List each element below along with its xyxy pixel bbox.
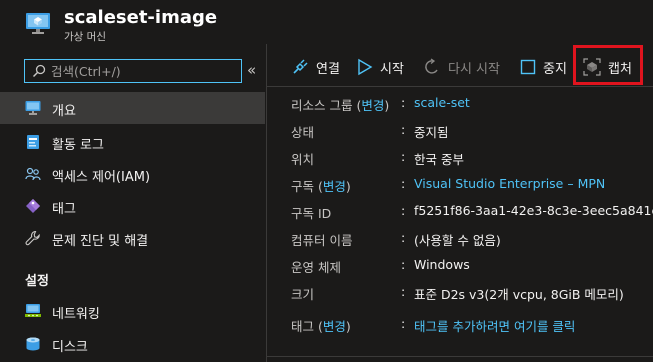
property-label: 구독 ( xyxy=(291,179,323,194)
start-button[interactable]: 시작 xyxy=(357,57,404,77)
section-heading-settings: 설정 xyxy=(25,274,49,289)
sidebar-item-overview[interactable]: 개요 xyxy=(0,92,265,124)
search-input[interactable] xyxy=(51,62,236,80)
play-icon xyxy=(358,58,373,76)
property-label: 태그 ( xyxy=(291,319,323,334)
location-value: 한국 중부 xyxy=(414,152,464,167)
sidebar-item-label: 활동 로그 xyxy=(52,138,104,153)
size-value: 표준 D2s v3(2개 vcpu, 8GiB 메모리) xyxy=(414,287,624,302)
status-value: 중지됨 xyxy=(414,125,449,140)
property-label: 위치 xyxy=(291,152,315,167)
start-button-label: 시작 xyxy=(380,61,404,77)
computer-name-value: (사용할 수 없음) xyxy=(414,233,501,248)
resource-menu-sidebar: « 개요 활동 로그 액세스 제어(IAM) xyxy=(0,44,267,362)
page-title: scaleset-image xyxy=(64,7,218,28)
sidebar-item-disks[interactable]: 디스크 xyxy=(0,328,265,360)
sidebar-item-label: 네트워킹 xyxy=(52,307,100,322)
monitor-icon xyxy=(25,101,41,115)
search-box[interactable] xyxy=(24,59,242,83)
wrench-icon xyxy=(25,230,40,246)
sidebar-item-label: 개요 xyxy=(52,104,76,119)
subscription-id-value: f5251f86-3aa1-42e3-8c3e-3eec5a841efc xyxy=(414,203,653,218)
resource-header: scaleset-image 가상 머신 xyxy=(0,0,653,44)
connect-button-label: 연결 xyxy=(316,61,340,77)
sidebar-item-label: 태그 xyxy=(52,202,76,217)
stop-button[interactable]: 중지 xyxy=(520,57,567,77)
resource-group-link[interactable]: scale-set xyxy=(414,95,470,110)
capture-highlight-box xyxy=(573,45,643,85)
change-resource-group-link[interactable]: 변경 xyxy=(361,98,384,113)
add-tags-link[interactable]: 태그를 추가하려면 여기를 클릭 xyxy=(414,316,575,335)
property-label: 운영 체제 xyxy=(291,260,341,275)
restart-button-label: 다시 시작 xyxy=(448,61,500,77)
activity-log-icon xyxy=(27,135,39,149)
change-tags-link[interactable]: 변경 xyxy=(323,319,346,334)
sidebar-item-networking[interactable]: 네트워킹 xyxy=(0,295,265,327)
subscription-link[interactable]: Visual Studio Enterprise – MPN xyxy=(414,176,605,191)
change-subscription-link[interactable]: 변경 xyxy=(323,179,346,194)
stop-icon xyxy=(520,59,536,75)
property-label: 구독 ID xyxy=(291,206,332,221)
search-icon xyxy=(32,64,46,78)
people-icon xyxy=(25,167,41,181)
disk-icon xyxy=(26,337,40,351)
property-label: 컴퓨터 이름 xyxy=(291,233,353,248)
network-icon xyxy=(25,304,41,317)
property-label: 크기 xyxy=(291,287,315,302)
restart-button[interactable]: 다시 시작 xyxy=(424,57,500,77)
sidebar-item-diagnose[interactable]: 문제 진단 및 해결 xyxy=(0,222,265,254)
resource-type-label: 가상 머신 xyxy=(64,31,106,43)
sidebar-item-access-control[interactable]: 액세스 제어(IAM) xyxy=(0,158,265,190)
sidebar-item-activity-log[interactable]: 활동 로그 xyxy=(0,126,265,158)
sidebar-divider xyxy=(266,44,267,362)
os-value: Windows xyxy=(414,257,470,272)
essentials-divider xyxy=(267,356,653,357)
sidebar-item-label: 디스크 xyxy=(52,340,88,355)
property-label: 리소스 그룹 ( xyxy=(291,98,362,113)
connect-button[interactable]: 연결 xyxy=(291,57,340,77)
restart-icon xyxy=(425,58,438,74)
plug-icon xyxy=(293,59,308,74)
sidebar-item-label: 액세스 제어(IAM) xyxy=(52,170,151,185)
stop-button-label: 중지 xyxy=(543,61,567,77)
tag-icon xyxy=(26,199,40,213)
collapse-sidebar-button[interactable]: « xyxy=(247,61,256,79)
toolbar-divider xyxy=(267,86,653,87)
property-label: 상태 xyxy=(291,125,315,140)
sidebar-item-label: 문제 진단 및 해결 xyxy=(52,234,149,249)
virtual-machine-icon xyxy=(26,13,50,34)
sidebar-item-tags[interactable]: 태그 xyxy=(0,190,265,222)
